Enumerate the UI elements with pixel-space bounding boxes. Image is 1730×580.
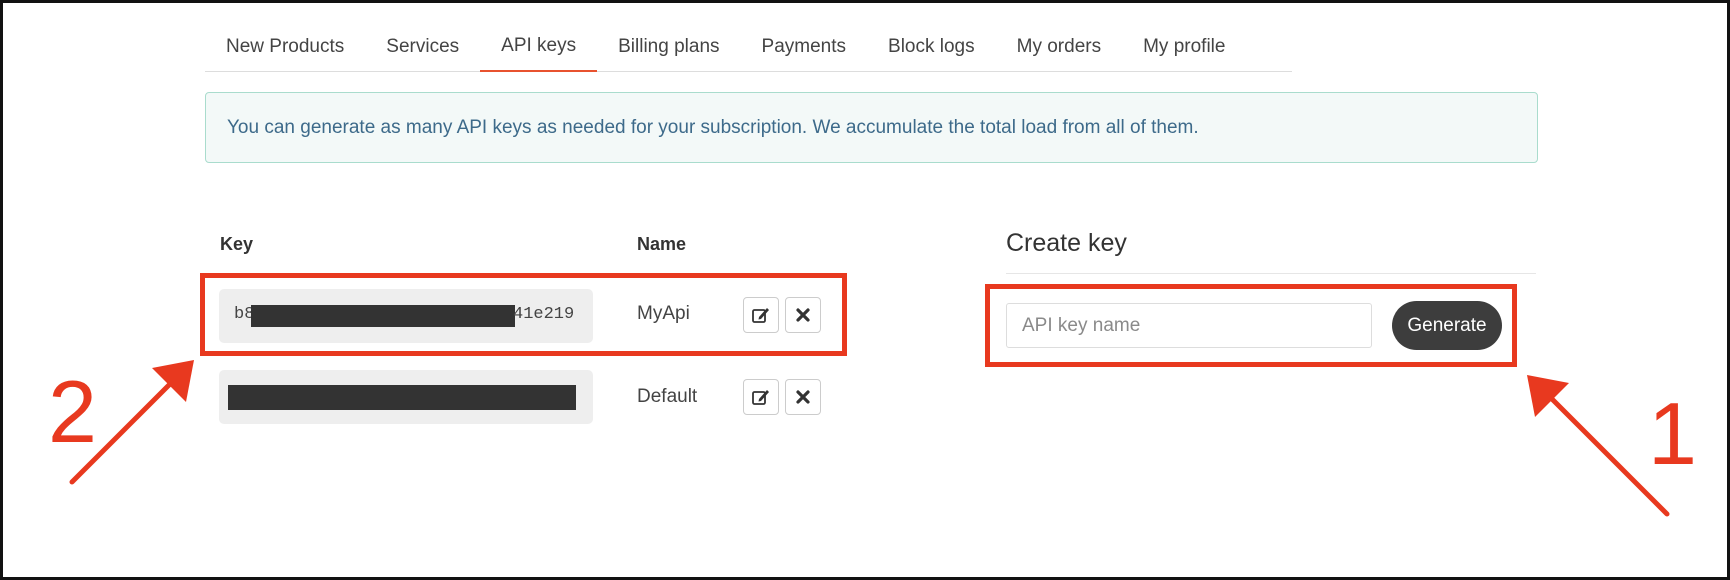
annotation-arrows [69, 360, 1670, 517]
arrow-to-create-key [1527, 375, 1670, 517]
arrow-to-key-row [69, 360, 194, 485]
